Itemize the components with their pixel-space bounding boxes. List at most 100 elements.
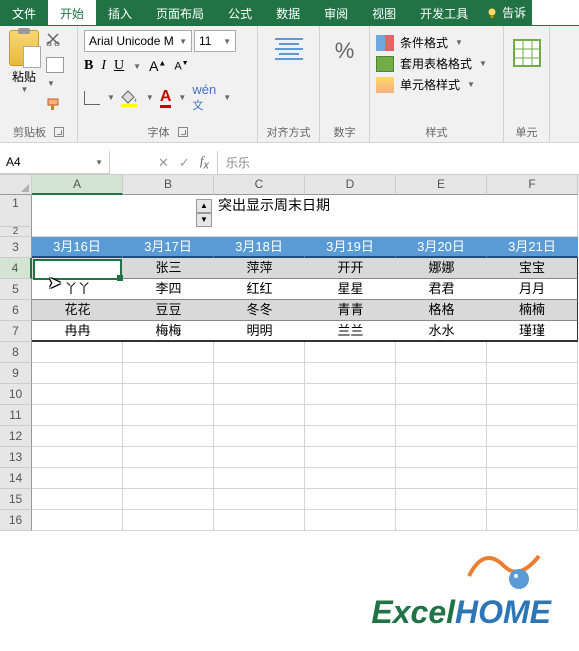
empty-cell[interactable]	[32, 510, 123, 531]
row-header[interactable]: 14	[0, 468, 32, 489]
data-cell[interactable]: 李四	[123, 279, 214, 300]
tab-data[interactable]: 数据	[264, 0, 312, 25]
empty-cell[interactable]	[214, 468, 305, 489]
empty-cell[interactable]	[32, 489, 123, 510]
empty-cell[interactable]	[32, 426, 123, 447]
data-cell[interactable]: 宝宝	[487, 258, 578, 279]
empty-cell[interactable]	[123, 405, 214, 426]
empty-cell[interactable]	[487, 363, 578, 384]
header-cell[interactable]: 3月16日	[32, 237, 123, 258]
header-cell[interactable]: 3月19日	[305, 237, 396, 258]
data-cell[interactable]: 月月	[487, 279, 578, 300]
row-header[interactable]: 7	[0, 321, 32, 342]
data-cell[interactable]: 乐乐	[32, 258, 123, 279]
empty-cell[interactable]	[396, 447, 487, 468]
empty-cell[interactable]	[214, 384, 305, 405]
empty-cell[interactable]	[305, 426, 396, 447]
font-size-dropdown[interactable]: 11▼	[194, 30, 236, 52]
tab-developer[interactable]: 开发工具	[408, 0, 480, 25]
empty-cell[interactable]	[305, 342, 396, 363]
empty-cell[interactable]	[305, 363, 396, 384]
empty-cell[interactable]	[214, 405, 305, 426]
row-header[interactable]: 6	[0, 300, 32, 321]
tab-file[interactable]: 文件	[0, 0, 48, 25]
data-cell[interactable]: 花花	[32, 300, 123, 321]
empty-cell[interactable]	[396, 426, 487, 447]
data-cell[interactable]: 红红	[214, 279, 305, 300]
tab-home[interactable]: 开始	[48, 0, 96, 25]
data-cell[interactable]: 水水	[396, 321, 487, 342]
empty-cell[interactable]	[396, 405, 487, 426]
data-cell[interactable]: 楠楠	[487, 300, 578, 321]
data-cell[interactable]: 开开	[305, 258, 396, 279]
row-header[interactable]: 8	[0, 342, 32, 363]
header-cell[interactable]: 3月17日	[123, 237, 214, 258]
name-box[interactable]: A4▼	[0, 151, 110, 174]
data-cell[interactable]: 青青	[305, 300, 396, 321]
header-cell[interactable]: 3月18日	[214, 237, 305, 258]
data-cell[interactable]: 星星	[305, 279, 396, 300]
empty-cell[interactable]	[123, 384, 214, 405]
conditional-format-button[interactable]: 条件格式▼	[376, 34, 497, 51]
column-header[interactable]: F	[487, 175, 578, 195]
paste-button[interactable]: 粘贴 ▼	[6, 30, 42, 116]
empty-cell[interactable]	[396, 468, 487, 489]
empty-cell[interactable]	[123, 363, 214, 384]
column-header[interactable]: D	[305, 175, 396, 195]
table-format-button[interactable]: 套用表格格式▼	[376, 55, 497, 72]
tab-insert[interactable]: 插入	[96, 0, 144, 25]
spinner-control[interactable]: ▲ ▼	[196, 199, 212, 227]
empty-cell[interactable]	[214, 342, 305, 363]
row-header[interactable]: 5	[0, 279, 32, 300]
phonetic-button[interactable]: wén文	[192, 82, 216, 113]
tab-layout[interactable]: 页面布局	[144, 0, 216, 25]
empty-cell[interactable]	[396, 363, 487, 384]
empty-cell[interactable]	[487, 447, 578, 468]
data-cell[interactable]: 萍萍	[214, 258, 305, 279]
empty-cell[interactable]	[396, 510, 487, 531]
fill-color-button[interactable]	[121, 90, 139, 106]
data-cell[interactable]: 明明	[214, 321, 305, 342]
empty-cell[interactable]	[123, 447, 214, 468]
empty-cell[interactable]	[123, 342, 214, 363]
data-cell[interactable]: 冬冬	[214, 300, 305, 321]
data-cell[interactable]: 豆豆	[123, 300, 214, 321]
empty-cell[interactable]	[214, 426, 305, 447]
select-all-button[interactable]	[0, 175, 32, 195]
empty-cell[interactable]	[487, 468, 578, 489]
row-header[interactable]: 4	[0, 258, 32, 279]
empty-cell[interactable]	[487, 384, 578, 405]
row-header[interactable]: 13	[0, 447, 32, 468]
data-cell[interactable]: 张三	[123, 258, 214, 279]
decrease-font-button[interactable]: A▼	[174, 60, 188, 73]
tab-formula[interactable]: 公式	[216, 0, 264, 25]
spinner-down-icon[interactable]: ▼	[196, 213, 212, 227]
copy-button[interactable]: ▼	[46, 57, 64, 91]
data-cell[interactable]: 格格	[396, 300, 487, 321]
cells-button[interactable]	[512, 38, 542, 68]
empty-cell[interactable]	[305, 468, 396, 489]
tab-view[interactable]: 视图	[360, 0, 408, 25]
font-color-button[interactable]: A	[160, 88, 172, 108]
increase-font-button[interactable]: A▲	[149, 58, 166, 74]
formula-input[interactable]: 乐乐	[218, 151, 579, 174]
empty-cell[interactable]	[32, 468, 123, 489]
format-painter-button[interactable]	[46, 97, 64, 116]
empty-cell[interactable]	[487, 489, 578, 510]
empty-cell[interactable]	[32, 405, 123, 426]
empty-cell[interactable]	[487, 405, 578, 426]
row-header[interactable]: 12	[0, 426, 32, 447]
empty-cell[interactable]	[214, 489, 305, 510]
empty-cell[interactable]	[487, 426, 578, 447]
empty-cell[interactable]	[305, 405, 396, 426]
empty-cell[interactable]	[214, 510, 305, 531]
tell-me-box[interactable]: 告诉	[480, 0, 532, 25]
alignment-button[interactable]	[271, 38, 307, 74]
empty-cell[interactable]	[32, 384, 123, 405]
empty-cell[interactable]	[305, 510, 396, 531]
empty-cell[interactable]	[123, 489, 214, 510]
tab-review[interactable]: 审阅	[312, 0, 360, 25]
row-header[interactable]: 10	[0, 384, 32, 405]
data-cell[interactable]: 君君	[396, 279, 487, 300]
border-button[interactable]	[84, 91, 100, 105]
